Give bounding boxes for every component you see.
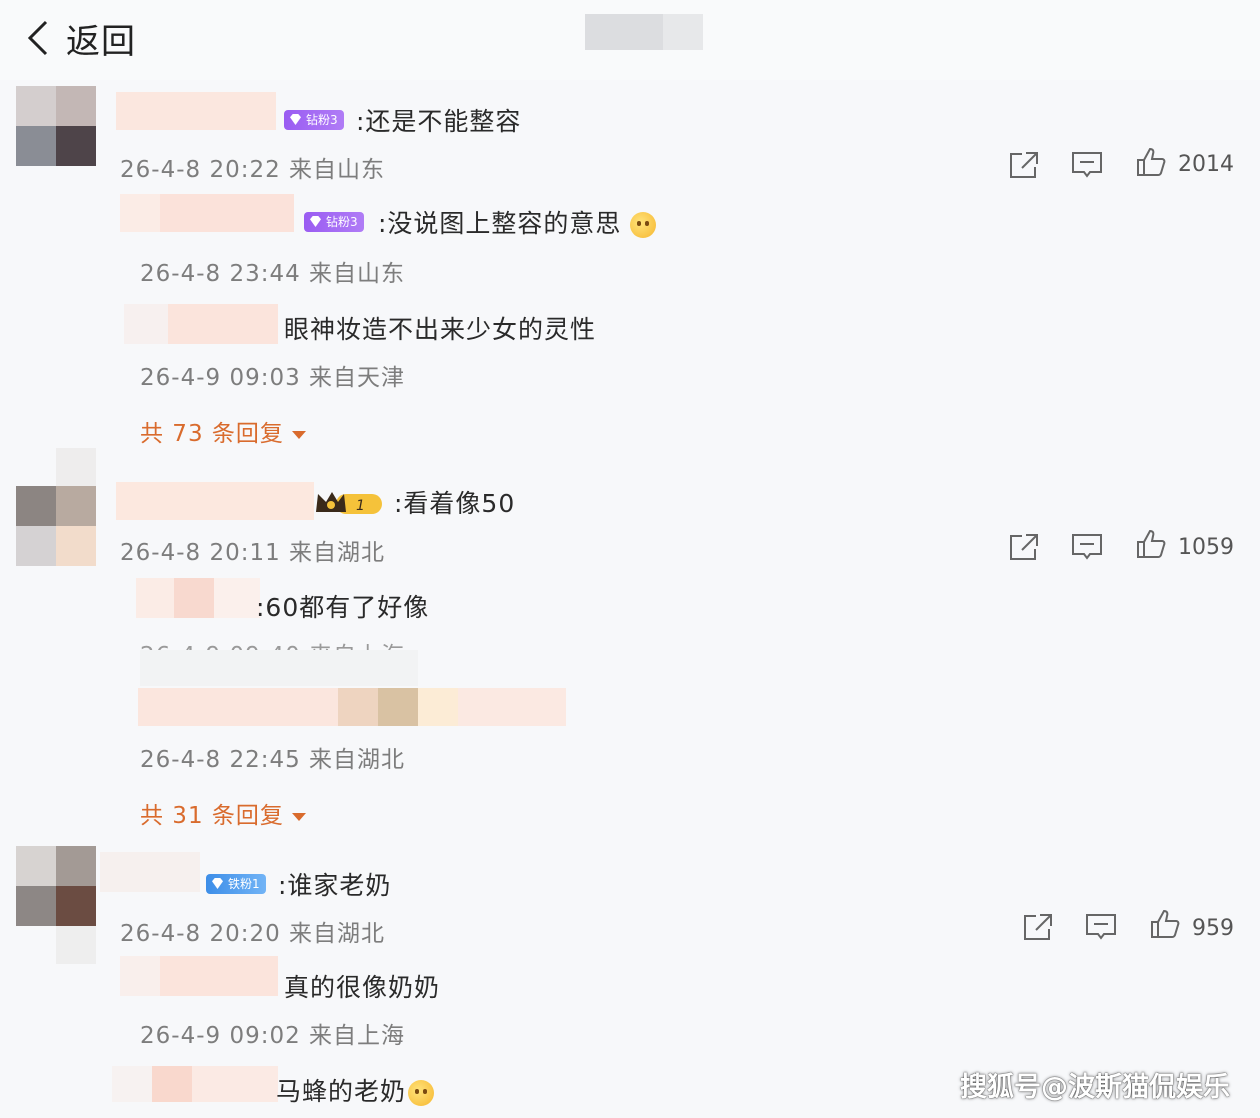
comment-icon xyxy=(1072,534,1102,560)
blurred-username[interactable] xyxy=(124,304,278,344)
reply-meta: 26-4-9 09:03 来自天津 xyxy=(140,365,406,391)
avatar[interactable] xyxy=(16,846,96,964)
blurred-username[interactable] xyxy=(112,1066,278,1102)
blurred-username[interactable] xyxy=(120,194,294,232)
share-icon xyxy=(1010,152,1038,178)
reply-meta-cut: 26-4-9 09:40 来自上海 xyxy=(136,636,416,650)
blurred-username[interactable] xyxy=(100,852,200,892)
like-icon xyxy=(1137,147,1166,176)
share-icon xyxy=(1024,914,1052,940)
like-icon xyxy=(1137,529,1166,558)
view-more-replies[interactable]: 共 31 条回复 xyxy=(140,796,306,830)
comment-button[interactable] xyxy=(1071,532,1103,562)
comment-meta: 26-4-8 20:11 来自湖北 xyxy=(120,540,386,566)
blurred-title xyxy=(585,14,703,50)
like-count: 1059 xyxy=(1178,535,1234,560)
fan-badge: 钻粉3 xyxy=(284,110,344,130)
comment-text: :还是不能整容 xyxy=(356,107,522,136)
back-button[interactable] xyxy=(24,18,54,58)
reply-text: :没说图上整容的意思 xyxy=(378,204,657,240)
blurred-username[interactable] xyxy=(120,956,278,996)
avatar[interactable] xyxy=(16,86,96,166)
reply-meta: 26-4-9 09:02 来自上海 xyxy=(140,1023,406,1049)
emoji-icon xyxy=(630,212,657,238)
comment-icon xyxy=(1086,914,1116,940)
reply-text: 真的很像奶奶 xyxy=(284,973,441,1002)
reply-text: 眼神妆造不出来少女的灵性 xyxy=(284,315,597,344)
crown-badge: 1 xyxy=(314,488,390,514)
comment-text: :看着像50 xyxy=(394,489,516,518)
chevron-left-icon xyxy=(27,20,48,56)
reply-meta: 26-4-8 22:45 来自湖北 xyxy=(140,747,406,773)
blurred-username[interactable] xyxy=(136,578,260,618)
like-button[interactable] xyxy=(1136,528,1166,560)
crown-icon: 1 xyxy=(316,492,382,514)
comment-button[interactable] xyxy=(1085,912,1117,942)
reply-text: :60都有了好像 xyxy=(256,593,430,622)
fan-badge: 铁粉1 xyxy=(206,874,266,894)
blurred-username[interactable] xyxy=(116,92,276,130)
like-count: 959 xyxy=(1192,916,1234,941)
like-button[interactable] xyxy=(1150,908,1180,940)
share-icon xyxy=(1010,534,1038,560)
avatar[interactable] xyxy=(16,448,96,566)
reply-text: 马蜂的老奶 xyxy=(276,1072,435,1108)
emoji-icon xyxy=(408,1080,435,1106)
like-button[interactable] xyxy=(1136,146,1166,178)
comment-text: :谁家老奶 xyxy=(278,871,392,900)
blurred-username[interactable] xyxy=(116,482,314,520)
blurred-overlay xyxy=(140,650,418,686)
comment-meta: 26-4-8 20:22 来自山东 xyxy=(120,157,386,183)
fan-badge: 钻粉3 xyxy=(304,212,364,232)
share-button[interactable] xyxy=(1008,150,1040,180)
svg-text:1: 1 xyxy=(356,498,365,514)
comment-meta: 26-4-8 20:20 来自湖北 xyxy=(120,921,386,947)
like-icon xyxy=(1151,909,1180,938)
share-button[interactable] xyxy=(1022,912,1054,942)
comment-button[interactable] xyxy=(1071,150,1103,180)
blurred-reply-content xyxy=(138,688,566,726)
like-count: 2014 xyxy=(1178,152,1234,177)
share-button[interactable] xyxy=(1008,532,1040,562)
watermark: 搜狐号@波斯猫侃娱乐 xyxy=(960,1072,1230,1103)
comment-icon xyxy=(1072,152,1102,178)
view-more-replies[interactable]: 共 73 条回复 xyxy=(140,414,306,448)
back-label[interactable]: 返回 xyxy=(66,14,136,63)
reply-meta: 26-4-8 23:44 来自山东 xyxy=(140,261,406,287)
